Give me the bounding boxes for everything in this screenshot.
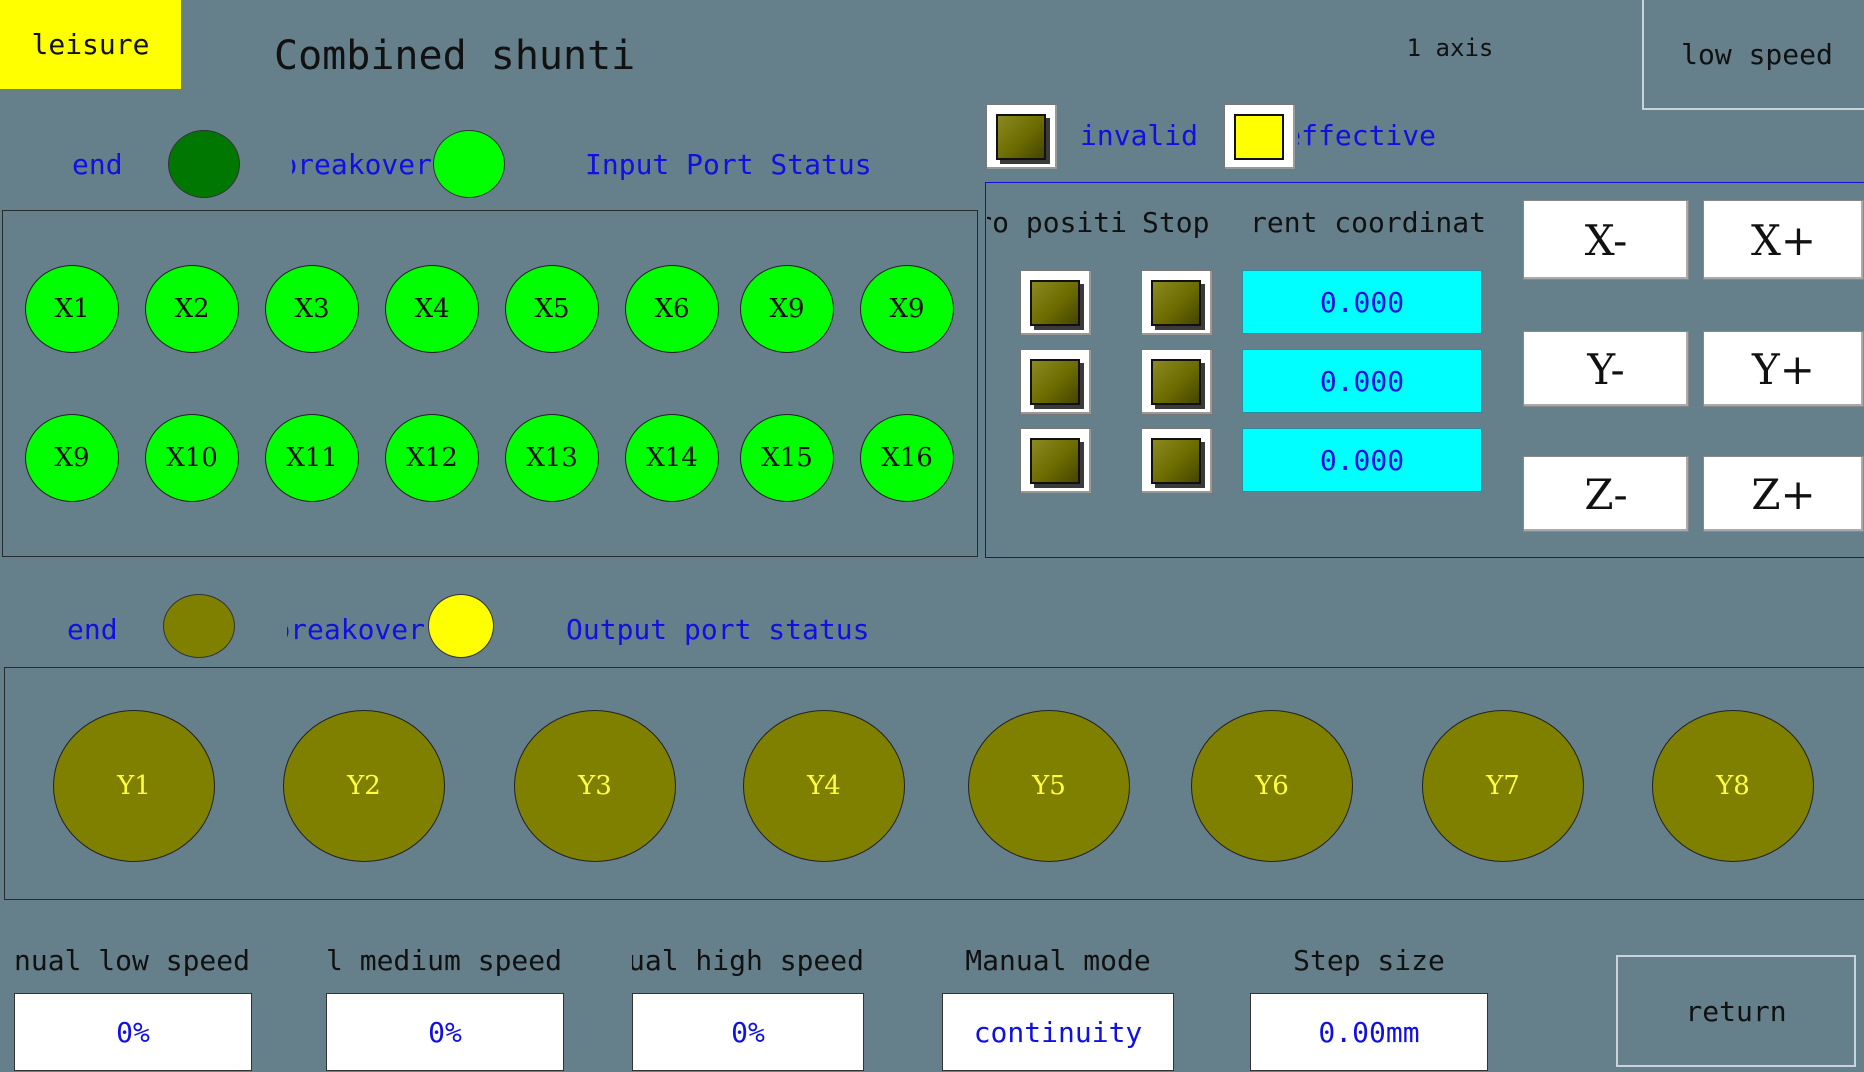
current-coordinate-header: Current coordinat — [1250, 206, 1486, 239]
output-end-indicator — [163, 594, 235, 658]
input-port-lamp: X10 — [145, 414, 239, 502]
input-end-label: end — [72, 148, 123, 181]
output-port-lamp: Y2 — [283, 710, 445, 862]
output-breakover-label: breakover — [287, 613, 425, 646]
invalid-toggle-label: one invalid — [1062, 119, 1198, 152]
output-port-lamp: Y4 — [743, 710, 905, 862]
output-breakover-indicator — [428, 594, 494, 658]
input-port-lamp: X3 — [265, 265, 359, 353]
input-port-lamp: X9 — [860, 265, 954, 353]
input-breakover-label: breakover — [292, 148, 432, 181]
stop-button-3[interactable] — [1141, 428, 1213, 494]
stop-button-1[interactable] — [1141, 270, 1213, 336]
manual-medium-speed-label: Manual medium speed — [326, 944, 562, 977]
input-breakover-indicator — [433, 130, 505, 198]
status-indicator: leisure — [0, 0, 181, 89]
jog-x-plus-button[interactable]: X+ — [1703, 200, 1864, 280]
input-port-lamp: X12 — [385, 414, 479, 502]
manual-mode-label: Manual mode — [965, 944, 1151, 977]
stop-button-2[interactable] — [1141, 349, 1213, 415]
input-port-lamp: X5 — [505, 265, 599, 353]
manual-low-speed-field[interactable]: 0% — [14, 993, 252, 1071]
input-port-panel — [2, 210, 978, 557]
zero-position-button-3[interactable] — [1020, 428, 1092, 494]
manual-mode-field[interactable]: continuity — [942, 993, 1174, 1071]
zero-position-button-1[interactable] — [1020, 270, 1092, 336]
jog-z-plus-button[interactable]: Z+ — [1703, 456, 1864, 532]
coordinate-display-1: 0.000 — [1242, 270, 1482, 334]
jog-y-minus-button[interactable]: Y- — [1523, 331, 1689, 407]
input-section-title: Input Port Status — [585, 148, 872, 181]
output-port-lamp: Y1 — [53, 710, 215, 862]
manual-high-speed-field[interactable]: 0% — [632, 993, 864, 1071]
input-port-lamp: X9 — [740, 265, 834, 353]
manual-high-speed-label: Manual high speed — [632, 944, 864, 977]
input-port-lamp: X13 — [505, 414, 599, 502]
jog-z-minus-button[interactable]: Z- — [1523, 456, 1689, 532]
output-port-lamp: Y8 — [1652, 710, 1814, 862]
output-port-lamp: Y7 — [1422, 710, 1584, 862]
manual-low-speed-label: Manual low speed — [14, 944, 250, 977]
zero-position-button-2[interactable] — [1020, 349, 1092, 415]
jog-x-minus-button[interactable]: X- — [1523, 200, 1689, 280]
input-port-lamp: X9 — [25, 414, 119, 502]
input-port-lamp: X6 — [625, 265, 719, 353]
page-title: Combined shunting — [274, 33, 636, 79]
coordinate-display-2: 0.000 — [1242, 349, 1482, 413]
effective-toggle-button[interactable] — [1224, 104, 1296, 170]
input-port-lamp: X2 — [145, 265, 239, 353]
output-port-lamp: Y3 — [514, 710, 676, 862]
output-section-title: Output port status — [566, 613, 870, 646]
effective-toggle-label: effective — [1298, 119, 1436, 152]
return-button[interactable]: return — [1616, 955, 1856, 1067]
step-size-label: Step size — [1293, 944, 1445, 977]
stop-header: Stop — [1142, 206, 1210, 239]
output-port-lamp: Y5 — [968, 710, 1130, 862]
zero-position-header: Zero positi — [987, 206, 1127, 239]
output-end-label: end — [67, 613, 118, 646]
input-port-lamp: X14 — [625, 414, 719, 502]
step-size-field[interactable]: 0.00mm — [1250, 993, 1488, 1071]
axis-label: 1 axis — [1406, 34, 1494, 62]
input-port-lamp: X1 — [25, 265, 119, 353]
input-port-lamp: X4 — [385, 265, 479, 353]
jog-y-plus-button[interactable]: Y+ — [1703, 331, 1864, 407]
input-end-indicator — [168, 130, 240, 198]
input-port-lamp: X15 — [740, 414, 834, 502]
input-port-lamp: X11 — [265, 414, 359, 502]
manual-medium-speed-field[interactable]: 0% — [326, 993, 564, 1071]
speed-toggle-button[interactable]: low speed — [1642, 0, 1864, 110]
coordinate-display-3: 0.000 — [1242, 428, 1482, 492]
invalid-toggle-button[interactable] — [986, 104, 1058, 170]
output-port-lamp: Y6 — [1191, 710, 1353, 862]
input-port-lamp: X16 — [860, 414, 954, 502]
